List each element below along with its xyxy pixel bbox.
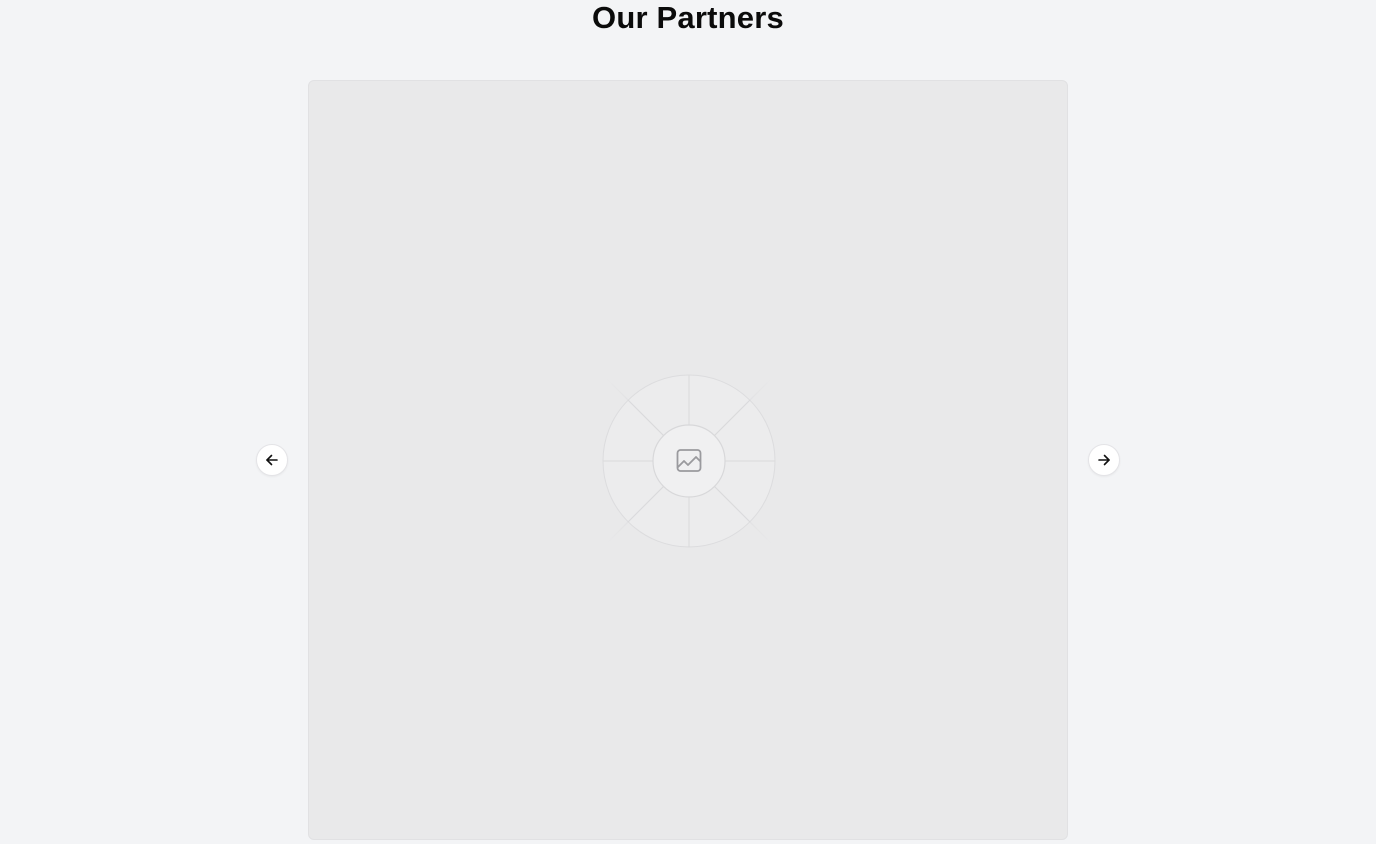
carousel-slide [308,80,1068,840]
carousel-next-button[interactable] [1088,444,1120,476]
section-title: Our Partners [592,0,784,35]
partners-section: Our Partners [0,0,1376,844]
arrow-right-icon [1098,454,1110,466]
image-placeholder-icon [569,341,809,581]
partners-carousel [308,80,1068,840]
carousel-prev-button[interactable] [256,444,288,476]
arrow-left-icon [266,454,278,466]
